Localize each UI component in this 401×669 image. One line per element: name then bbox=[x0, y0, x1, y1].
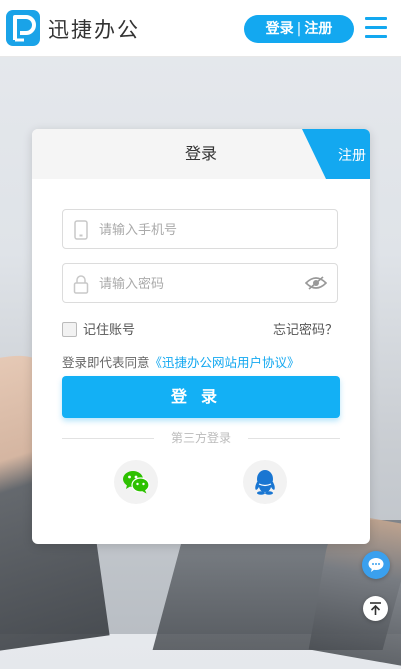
agreement-link[interactable]: 《迅捷办公网站用户协议》 bbox=[150, 355, 300, 370]
hamburger-menu-icon[interactable] bbox=[365, 17, 387, 39]
header-login-link[interactable]: 登录 bbox=[266, 21, 294, 37]
eye-hidden-icon[interactable] bbox=[305, 275, 327, 291]
qq-icon bbox=[255, 470, 275, 495]
forgot-password-link[interactable]: 忘记密码？ bbox=[273, 319, 338, 338]
logo-text[interactable]: 迅捷办公 bbox=[48, 14, 140, 44]
back-to-top-icon bbox=[370, 602, 381, 615]
remember-account[interactable]: 记住账号 bbox=[62, 319, 135, 338]
agreement-prefix: 登录即代表同意 bbox=[62, 355, 150, 370]
register-tab-label[interactable]: 注册 bbox=[338, 145, 366, 165]
lock-icon bbox=[73, 275, 89, 294]
chat-bubble-icon bbox=[368, 558, 384, 572]
phone-input[interactable] bbox=[97, 210, 301, 250]
header-register-link[interactable]: 注册 bbox=[304, 21, 332, 37]
qq-login-button[interactable] bbox=[243, 460, 287, 504]
login-register-button[interactable]: 登录 | 注册 bbox=[244, 15, 354, 43]
remember-checkbox[interactable] bbox=[62, 322, 77, 337]
phone-icon bbox=[74, 220, 88, 240]
wechat-icon bbox=[123, 471, 150, 494]
password-field[interactable] bbox=[62, 263, 338, 304]
login-button[interactable]: 登录 bbox=[62, 376, 340, 418]
top-header: 迅捷办公 登录 | 注册 bbox=[0, 0, 401, 57]
header-separator: | bbox=[296, 21, 302, 37]
agreement-text: 登录即代表同意《迅捷办公网站用户协议》 bbox=[62, 352, 300, 371]
remember-label[interactable]: 记住账号 bbox=[83, 323, 135, 338]
logo-icon[interactable] bbox=[6, 10, 40, 46]
chat-bubble-button[interactable] bbox=[362, 551, 390, 579]
wechat-login-button[interactable] bbox=[114, 460, 158, 504]
third-party-divider: 第三方登录 bbox=[62, 430, 340, 446]
phone-field[interactable] bbox=[62, 209, 338, 250]
password-input[interactable] bbox=[97, 264, 301, 304]
back-to-top-button[interactable] bbox=[363, 596, 388, 621]
login-card: 登录 注册 记住账号 忘记密码？ 登录即代表同意《迅捷办公网站用户协议》 登录 … bbox=[32, 129, 370, 544]
